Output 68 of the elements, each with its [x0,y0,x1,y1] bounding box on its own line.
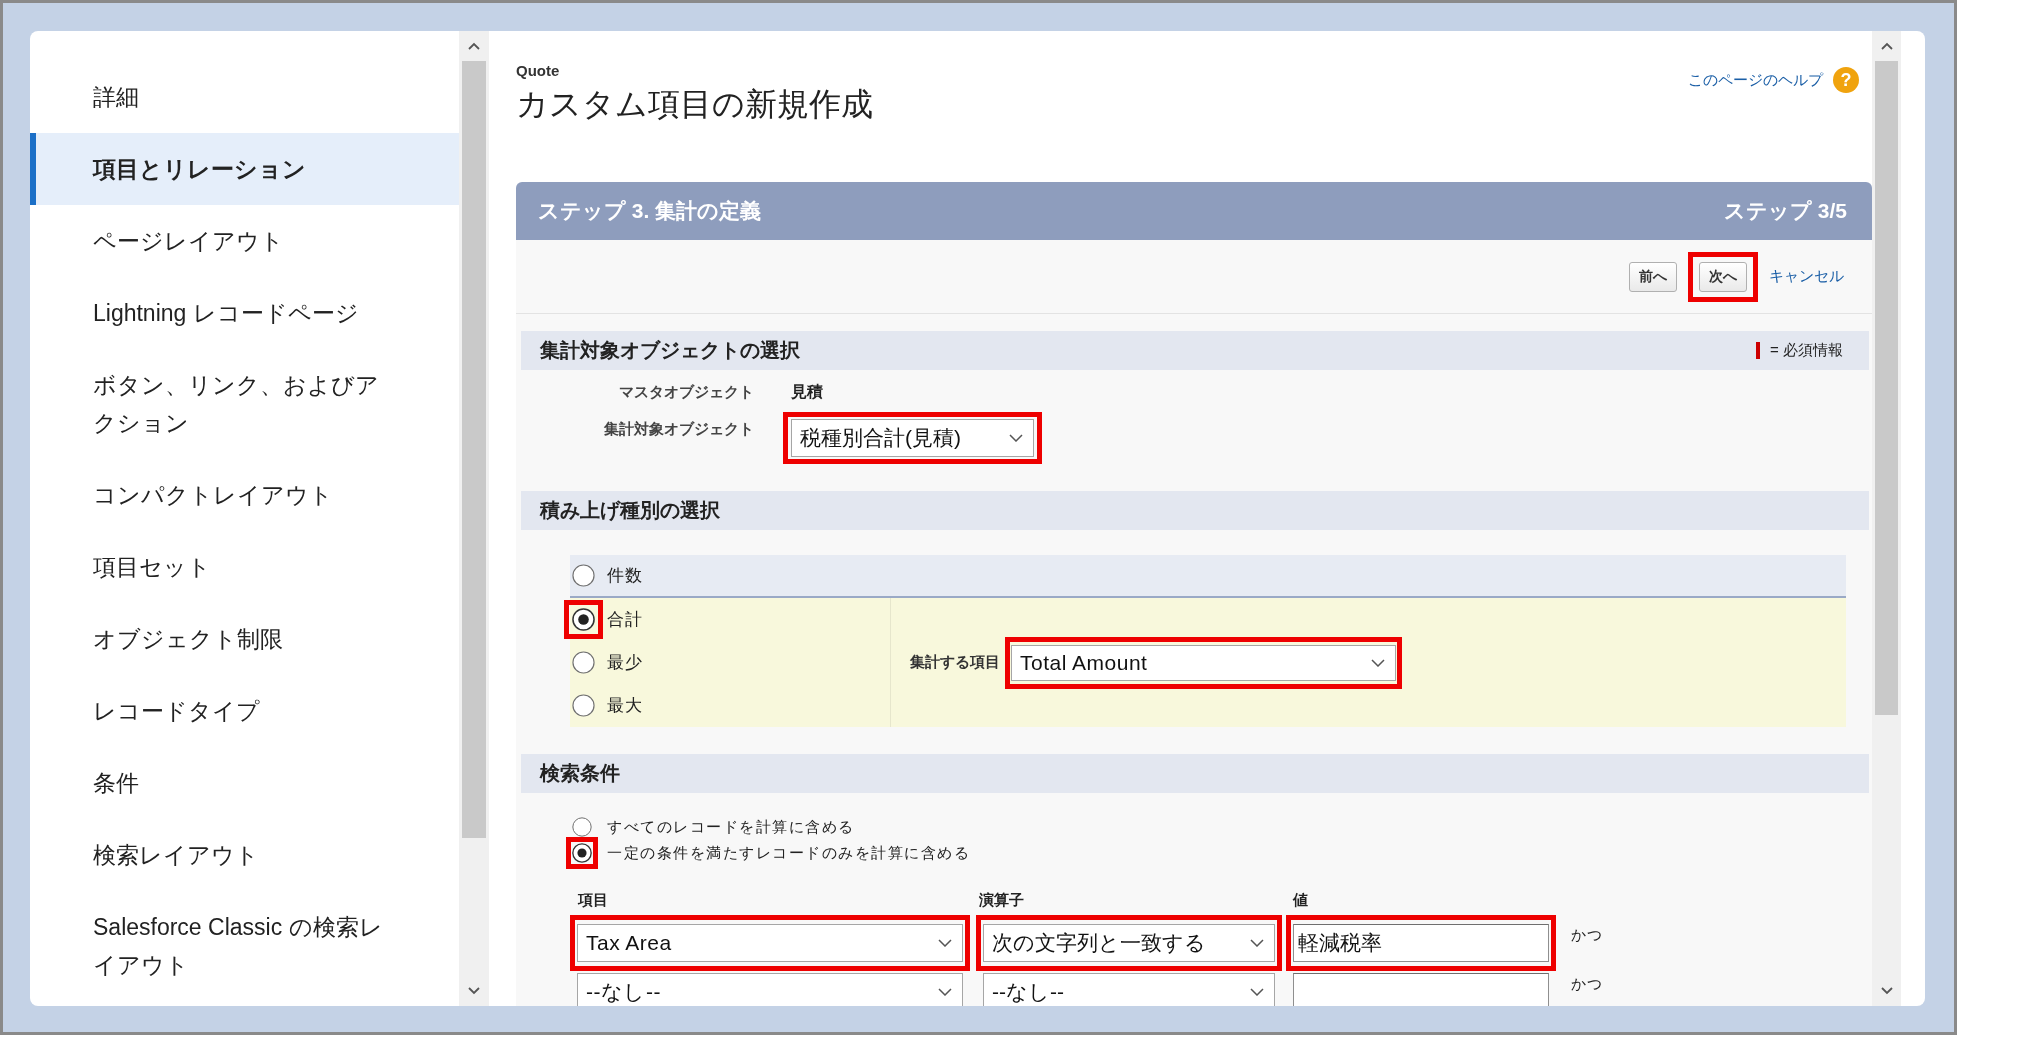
radio-label[interactable]: 合計 [607,608,643,631]
dropdown-select[interactable]: 次の文字列と一致する [983,924,1275,962]
scroll-up-icon[interactable] [1880,42,1893,50]
section-title: 集計対象オブジェクトの選択 [540,338,800,363]
sidebar-item[interactable]: 条件 [30,747,459,819]
sidebar-item[interactable]: 項目とリレーション [30,133,459,205]
scrollbar-thumb[interactable] [1875,61,1898,715]
sidebar-item[interactable]: 詳細 [30,61,459,133]
chevron-down-icon [938,988,952,996]
chevron-down-icon [1371,658,1385,667]
object-name: Quote [516,62,561,80]
field-label: 集計対象オブジェクト [603,419,754,439]
radio-button[interactable] [572,817,592,837]
field-label: マスタオブジェクト [618,382,754,402]
step-counter: ステップ 3/5 [1723,198,1847,224]
sidebar-item[interactable]: ボタン、リンク、およびア クション [30,349,459,459]
nav-button[interactable]: 次へ [1699,261,1747,292]
dropdown-select[interactable]: Total Amount [1011,644,1396,681]
conjunction-label: かつ [1571,975,1603,994]
radio-button[interactable] [572,694,595,717]
input-field[interactable]: 軽減税率 [1293,924,1549,962]
sidebar-item[interactable]: Lightning レコードページ [30,277,459,349]
required-legend: = 必須情報 [1770,341,1843,360]
sidebar-item[interactable]: 検索レイアウト [30,819,459,891]
sidebar-item[interactable]: レコードタイプ [30,675,459,747]
column-header: 値 [1291,890,1308,910]
nav-button[interactable]: 前へ [1629,261,1677,292]
scrollbar[interactable] [1872,31,1901,1006]
column-header: 演算子 [978,890,1025,910]
chevron-down-icon [1250,939,1264,947]
radio-button[interactable] [572,651,595,674]
scroll-up-icon[interactable] [468,42,480,50]
radio-button[interactable] [572,564,595,587]
radio-button[interactable] [572,843,592,863]
column-header: 項目 [576,890,609,910]
dropdown-select[interactable]: 税種別合計(見積) [791,419,1034,457]
radio-label[interactable]: すべてのレコードを計算に含める [607,817,855,837]
radio-button[interactable] [572,608,595,631]
field-label: 集計する項目 [910,653,1000,672]
sidebar-item[interactable]: コンパクトレイアウト [30,459,459,531]
chevron-down-icon [1009,434,1023,442]
chevron-down-icon [1250,988,1264,996]
conjunction-label: かつ [1571,926,1603,945]
section-title: 積み上げ種別の選択 [540,498,720,523]
scroll-down-icon[interactable] [468,987,480,995]
dropdown-select[interactable]: --なし-- [577,973,963,1006]
scroll-down-icon[interactable] [1880,987,1893,995]
dropdown-select[interactable]: --なし-- [983,973,1275,1006]
scrollbar-thumb[interactable] [462,61,486,838]
field-value: 見積 [791,382,823,402]
sidebar-item[interactable]: オブジェクト制限 [30,603,459,675]
radio-label[interactable]: 最少 [607,651,643,674]
radio-label[interactable]: 一定の条件を満たすレコードのみを計算に含める [607,843,970,863]
radio-label[interactable]: 件数 [607,564,643,587]
radio-label[interactable]: 最大 [607,694,643,717]
sidebar-item[interactable]: Salesforce Classic の検索レ イアウト [30,891,459,1001]
scrollbar[interactable] [459,31,489,1006]
chevron-down-icon [938,939,952,947]
page-title: カスタム項目の新規作成 [516,85,873,124]
step-title: ステップ 3. 集計の定義 [538,198,762,224]
input-field[interactable] [1293,973,1549,1006]
action-link[interactable]: キャンセル [1769,267,1844,284]
required-bar-icon [1756,342,1761,359]
sidebar-item[interactable]: 項目セット [30,531,459,603]
help-link[interactable]: このページのヘルプ [1688,70,1823,90]
dropdown-select[interactable]: Tax Area [577,924,963,962]
sidebar-item[interactable]: ページレイアウト [30,205,459,277]
section-title: 検索条件 [540,761,620,786]
